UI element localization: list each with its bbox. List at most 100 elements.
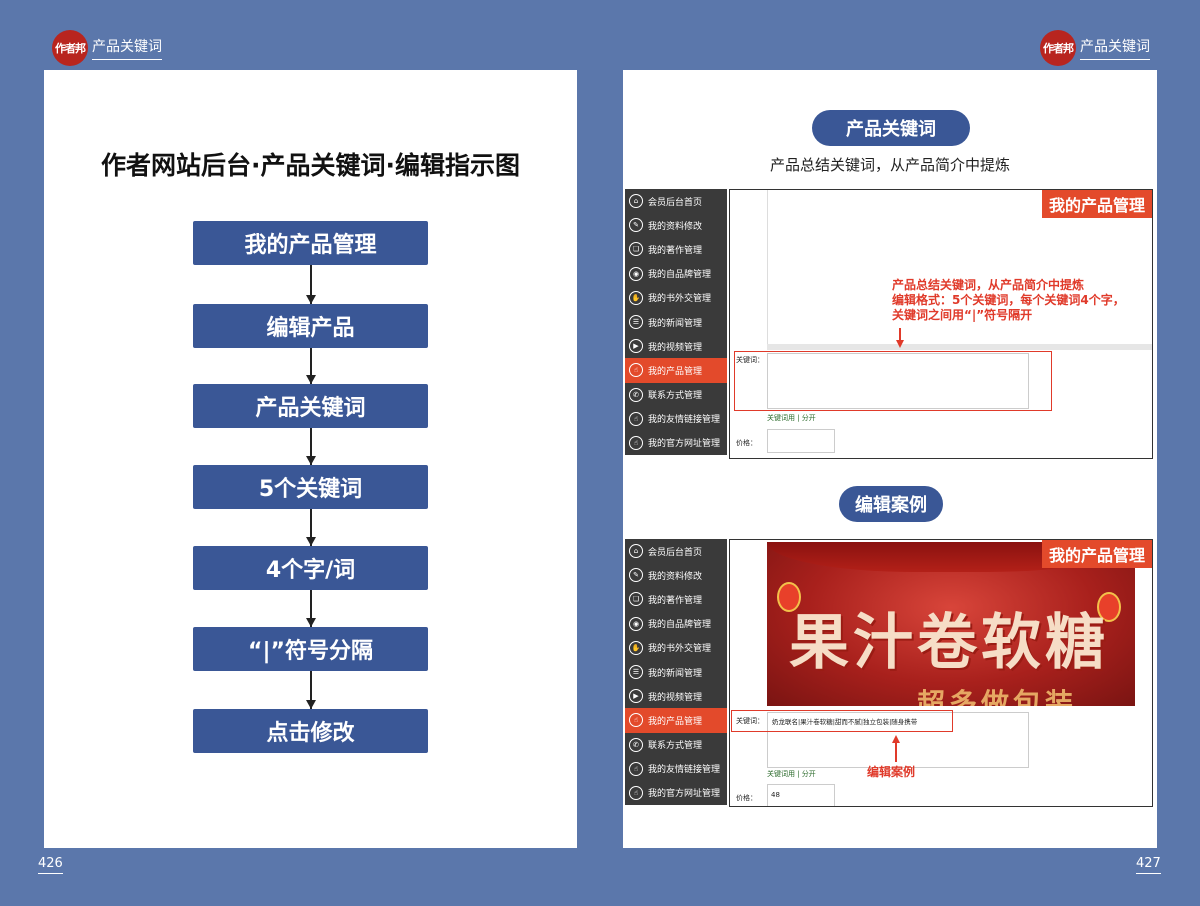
sidebar-item-label: 我的资料修改 bbox=[648, 571, 703, 582]
sidebar-item-label: 我的友情链接管理 bbox=[648, 765, 721, 776]
sidebar-item-works[interactable]: ❏ 我的著作管理 bbox=[625, 237, 727, 261]
sidebar-item-video[interactable]: ▶ 我的视频管理 bbox=[625, 684, 727, 708]
flow-arrow bbox=[306, 618, 316, 627]
editor-resize-bar[interactable] bbox=[767, 344, 1152, 350]
sidebar-item-label: 我的官方网址管理 bbox=[648, 789, 721, 800]
banner-subtext: 超多做包装 bbox=[917, 687, 1078, 706]
home-icon: ⌂ bbox=[629, 544, 643, 559]
flow-step: “|”符号分隔 bbox=[193, 627, 428, 671]
page-number: 427 bbox=[1136, 856, 1161, 874]
play-icon: ▶ bbox=[629, 339, 643, 354]
sidebar-item-website[interactable]: ☝ 我的官方网址管理 bbox=[625, 781, 727, 805]
price-input[interactable]: 48 bbox=[767, 784, 835, 806]
sidebar-item-links[interactable]: ☝ 我的友情链接管理 bbox=[625, 407, 727, 431]
product-edit-panel: 果汁卷软糖 超多做包装 我的产品管理 关键词： 奶龙联名|果汁卷软糖|甜而不腻|… bbox=[729, 539, 1153, 807]
highlight-box bbox=[734, 351, 1052, 411]
flow-step: 5个关键词 bbox=[193, 465, 428, 509]
flow-step: 产品关键词 bbox=[193, 384, 428, 428]
sidebar-item-brand[interactable]: ◉ 我的自品牌管理 bbox=[625, 612, 727, 636]
panel-badge: 我的产品管理 bbox=[1041, 190, 1152, 218]
sidebar-item-works[interactable]: ❏ 我的著作管理 bbox=[625, 587, 727, 611]
camera-icon: ◉ bbox=[629, 266, 643, 281]
sidebar-item-diplomacy[interactable]: ✋ 我的书外交管理 bbox=[625, 286, 727, 310]
sidebar-item-video[interactable]: ▶ 我的视频管理 bbox=[625, 334, 727, 358]
price-input[interactable] bbox=[767, 429, 835, 453]
book-icon: ❏ bbox=[629, 592, 643, 607]
hand-icon: ☝ bbox=[629, 713, 643, 728]
sidebar-item-home[interactable]: ⌂ 会员后台首页 bbox=[625, 539, 727, 563]
sidebar-item-news[interactable]: ☰ 我的新闻管理 bbox=[625, 660, 727, 684]
highlight-box bbox=[731, 710, 953, 732]
arrow-head bbox=[896, 340, 904, 348]
phone-icon: ✆ bbox=[629, 387, 643, 402]
right-page: 产品关键词 产品总结关键词，从产品简介中提炼 ⌂ 会员后台首页 ✎ 我的资料修改 ❏… bbox=[623, 70, 1157, 848]
left-page: 作者网站后台·产品关键词·编辑指示图 我的产品管理 编辑产品 产品关键词 5个关… bbox=[44, 70, 577, 848]
news-icon: ☰ bbox=[629, 665, 643, 680]
sidebar-item-brand[interactable]: ◉ 我的自品牌管理 bbox=[625, 262, 727, 286]
annotation-line: 编辑格式：5个关键词，每个关键词4个字， bbox=[892, 293, 1125, 307]
hand-icon: ☝ bbox=[629, 411, 643, 426]
flow-step: 我的产品管理 bbox=[193, 221, 428, 265]
hand-icon: ☝ bbox=[629, 761, 643, 776]
section-subtitle: 产品总结关键词，从产品简介中提炼 bbox=[769, 156, 1010, 174]
sidebar-item-label: 联系方式管理 bbox=[648, 391, 703, 402]
camera-icon: ◉ bbox=[629, 616, 643, 631]
sidebar-item-label: 我的视频管理 bbox=[648, 692, 703, 703]
hand-icon: ☝ bbox=[629, 363, 643, 378]
sidebar-item-label: 我的自品牌管理 bbox=[648, 620, 712, 631]
example-annotation: 编辑案例 bbox=[867, 765, 916, 779]
flow-arrow bbox=[306, 537, 316, 546]
banner-text: 果汁卷软糖 bbox=[789, 608, 1109, 678]
sidebar-item-diplomacy[interactable]: ✋ 我的书外交管理 bbox=[625, 636, 727, 660]
annotation-arrow bbox=[895, 742, 897, 762]
home-icon: ⌂ bbox=[629, 194, 643, 209]
phone-icon: ✆ bbox=[629, 737, 643, 752]
sidebar-item-label: 我的新闻管理 bbox=[648, 668, 703, 679]
panel-badge: 我的产品管理 bbox=[1041, 540, 1152, 568]
news-icon: ☰ bbox=[629, 315, 643, 330]
flow-step: 4个字/词 bbox=[193, 546, 428, 590]
hand-icon: ☝ bbox=[629, 435, 643, 450]
flow-step: 点击修改 bbox=[193, 709, 428, 753]
arrow-head bbox=[892, 735, 900, 743]
sidebar-item-label: 我的产品管理 bbox=[648, 366, 703, 377]
annotation-line: 产品总结关键词，从产品简介中提炼 bbox=[892, 278, 1085, 292]
play-icon: ▶ bbox=[629, 689, 643, 704]
price-value: 48 bbox=[771, 791, 780, 799]
book-icon: ❏ bbox=[629, 242, 643, 257]
sidebar-item-news[interactable]: ☰ 我的新闻管理 bbox=[625, 310, 727, 334]
sidebar-item-label: 我的资料修改 bbox=[648, 221, 703, 232]
sidebar-item-label: 我的新闻管理 bbox=[648, 318, 703, 329]
flow-arrow bbox=[306, 295, 316, 304]
sidebar-item-links[interactable]: ☝ 我的友情链接管理 bbox=[625, 757, 727, 781]
sidebar-item-profile[interactable]: ✎ 我的资料修改 bbox=[625, 213, 727, 237]
sidebar-item-label: 联系方式管理 bbox=[648, 741, 703, 752]
sidebar-item-contact[interactable]: ✆ 联系方式管理 bbox=[625, 733, 727, 757]
right-header: 作者邦 产品关键词 bbox=[1040, 30, 1150, 66]
sidebar-item-products[interactable]: ☝ 我的产品管理 bbox=[625, 708, 727, 733]
sidebar-item-profile[interactable]: ✎ 我的资料修改 bbox=[625, 563, 727, 587]
sidebar-item-products[interactable]: ☝ 我的产品管理 bbox=[625, 358, 727, 383]
edit-icon: ✎ bbox=[629, 218, 643, 233]
handshake-icon: ✋ bbox=[629, 640, 643, 655]
edit-icon: ✎ bbox=[629, 568, 643, 583]
sidebar-item-label: 我的产品管理 bbox=[648, 716, 703, 727]
sidebar-item-label: 我的自品牌管理 bbox=[648, 270, 712, 281]
sidebar-item-contact[interactable]: ✆ 联系方式管理 bbox=[625, 383, 727, 407]
section-title: 产品关键词 bbox=[1080, 36, 1150, 60]
page-title: 作者网站后台·产品关键词·编辑指示图 bbox=[101, 151, 520, 180]
section-pill: 产品关键词 bbox=[812, 110, 970, 146]
admin-sidebar: ⌂ 会员后台首页 ✎ 我的资料修改 ❏ 我的著作管理 ◉ 我的自品牌管理 ✋ 我的书外交管… bbox=[625, 189, 727, 455]
logo: 作者邦 bbox=[1040, 30, 1076, 66]
keywords-hint: 关键词用 | 分开 bbox=[767, 770, 816, 778]
sidebar-item-label: 我的著作管理 bbox=[648, 595, 703, 606]
section-pill: 编辑案例 bbox=[839, 486, 943, 522]
sidebar-item-label: 我的视频管理 bbox=[648, 342, 703, 353]
left-header: 作者邦 产品关键词 bbox=[52, 30, 162, 66]
sidebar-item-website[interactable]: ☝ 我的官方网址管理 bbox=[625, 431, 727, 455]
sidebar-item-home[interactable]: ⌂ 会员后台首页 bbox=[625, 189, 727, 213]
annotation-note: 产品总结关键词，从产品简介中提炼 编辑格式：5个关键词，每个关键词4个字， 关键… bbox=[892, 278, 1125, 323]
logo: 作者邦 bbox=[52, 30, 88, 66]
handshake-icon: ✋ bbox=[629, 290, 643, 305]
page-number: 426 bbox=[38, 856, 63, 874]
